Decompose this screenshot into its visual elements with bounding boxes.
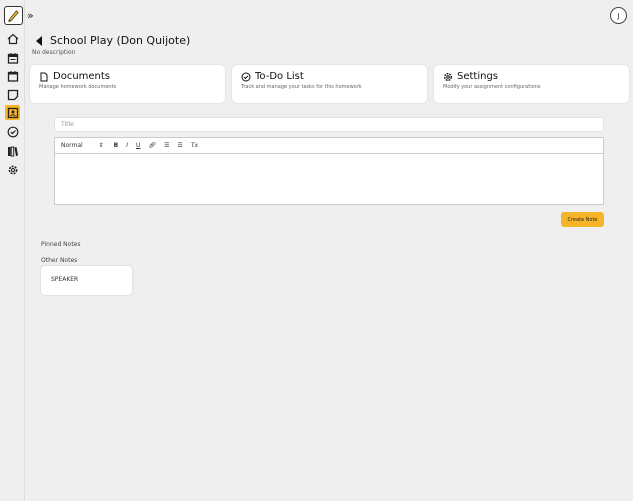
page-title: School Play (Don Quijote)	[50, 34, 191, 47]
sidebar-item-calendar[interactable]	[5, 50, 20, 65]
create-note-button[interactable]: Create Note	[561, 212, 604, 227]
format-select-value: Normal	[61, 142, 83, 149]
sidebar-item-settings[interactable]	[5, 162, 20, 177]
check-circle-icon	[241, 72, 251, 81]
double-chevron-right-icon: »	[27, 9, 34, 22]
note-editor[interactable]	[54, 153, 604, 205]
card-subtitle: Manage homework documents	[39, 84, 117, 90]
home-icon	[7, 33, 18, 44]
pinned-notes-label: Pinned Notes	[41, 241, 81, 248]
link-icon[interactable]: 🔗︎	[148, 142, 156, 149]
select-arrows-icon: ⇕	[98, 142, 104, 149]
page-header: School Play (Don Quijote)	[36, 34, 190, 47]
underline-button[interactable]: U	[136, 142, 140, 149]
gear-icon	[8, 165, 17, 174]
card-subtitle: Modify your assignment configurations	[443, 84, 541, 90]
calendar-blank-icon	[7, 70, 18, 82]
sidebar-item-assignments[interactable]	[5, 105, 20, 120]
italic-button[interactable]: I	[126, 142, 128, 149]
ordered-list-icon[interactable]: ☰	[164, 142, 169, 149]
card-settings[interactable]: Settings Modify your assignment configur…	[434, 65, 629, 103]
avatar[interactable]: J	[610, 7, 627, 24]
card-title: Documents	[53, 71, 111, 82]
sidebar	[0, 0, 25, 501]
card-subtitle: Track and manage your tasks for this hom…	[241, 84, 362, 90]
app-logo[interactable]	[4, 6, 23, 25]
note-title: SPEAKER	[51, 276, 79, 283]
sidebar-item-calendar-alt[interactable]	[5, 68, 20, 83]
books-icon	[7, 146, 18, 156]
title-placeholder: Title	[61, 121, 74, 128]
note-card[interactable]: SPEAKER	[41, 266, 132, 295]
document-icon	[40, 72, 48, 81]
pencil-logo-icon	[8, 10, 19, 23]
note-title-input[interactable]: Title	[54, 117, 604, 132]
format-select[interactable]: Normal ⇕	[61, 142, 104, 149]
card-todo-list[interactable]: To-Do List Track and manage your tasks f…	[232, 65, 427, 103]
sidebar-item-library[interactable]	[5, 143, 20, 158]
other-notes-label: Other Notes	[41, 257, 78, 264]
expand-sidebar-button[interactable]: »	[27, 9, 34, 22]
assignment-icon	[7, 107, 18, 118]
card-documents[interactable]: Documents Manage homework documents	[30, 65, 225, 103]
avatar-initial: J	[617, 11, 620, 20]
sidebar-item-notes[interactable]	[5, 87, 20, 102]
sticky-note-icon	[7, 89, 18, 100]
card-title: To-Do List	[255, 71, 304, 82]
bold-button[interactable]: B	[114, 142, 119, 149]
page-description: No description	[32, 49, 76, 56]
calendar-icon	[7, 52, 18, 64]
card-title: Settings	[457, 71, 499, 82]
back-arrow-icon[interactable]	[36, 35, 42, 46]
check-circle-icon	[7, 126, 18, 137]
clear-format-button[interactable]: Tx	[191, 142, 198, 149]
sidebar-item-home[interactable]	[5, 31, 20, 46]
bullet-list-icon[interactable]: ☰	[177, 142, 182, 149]
editor-toolbar: Normal ⇕ B I U 🔗︎ ☰ ☰ Tx	[54, 137, 604, 153]
gear-icon	[444, 72, 452, 81]
sidebar-item-tasks[interactable]	[5, 124, 20, 139]
